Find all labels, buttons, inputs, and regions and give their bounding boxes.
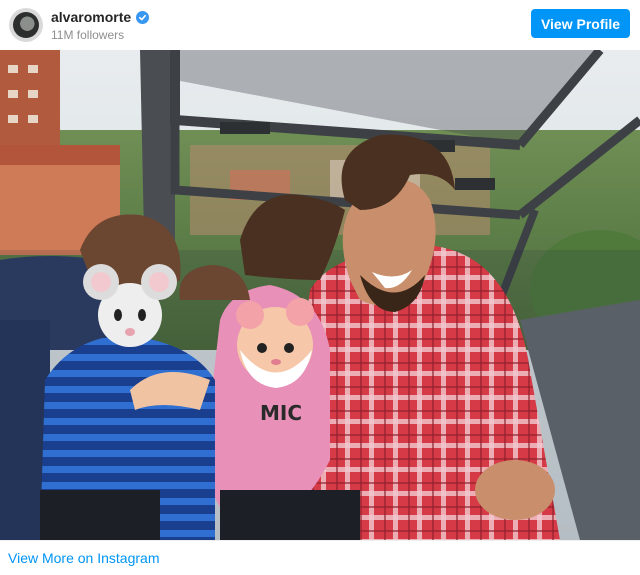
post-photo[interactable]: MIC [0, 50, 640, 540]
username-link[interactable]: alvaromorte [51, 9, 131, 25]
instagram-embed-card: alvaromorte 11M followers View Profile M… [0, 0, 640, 574]
svg-text:MIC: MIC [260, 401, 302, 425]
view-profile-button[interactable]: View Profile [531, 9, 630, 38]
user-info: alvaromorte 11M followers [51, 8, 150, 42]
username-row: alvaromorte [51, 8, 150, 26]
verified-badge-icon [136, 10, 150, 24]
avatar[interactable] [10, 9, 42, 41]
post-footer: View More on Instagram [0, 540, 640, 575]
post-header: alvaromorte 11M followers View Profile [0, 0, 640, 50]
view-more-link[interactable]: View More on Instagram [8, 550, 159, 566]
photo-illustration: MIC [0, 50, 640, 540]
follower-count: 11M followers [51, 28, 125, 42]
avatar-image [13, 12, 39, 38]
